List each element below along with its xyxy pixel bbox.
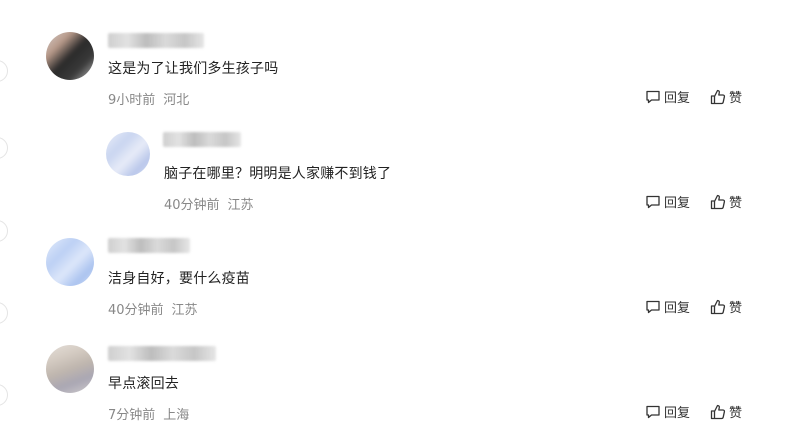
- like-button[interactable]: 赞: [710, 87, 742, 106]
- reply-button[interactable]: 回复: [645, 87, 690, 106]
- reply-button[interactable]: 回复: [645, 297, 690, 316]
- reply-label: 回复: [664, 196, 691, 211]
- reply-label: 回复: [664, 301, 691, 316]
- avatar[interactable]: [106, 132, 150, 176]
- comment-text: 这是为了让我们多生孩子吗: [108, 61, 279, 77]
- username-blurred[interactable]: [108, 33, 204, 48]
- reply-label: 回复: [664, 91, 691, 106]
- comment-item: 早点滚回去 7分钟前 上海 回复 赞: [0, 315, 790, 423]
- comment-item: 脑子在哪里？明明是人家赚不到钱了 40分钟前 江苏 回复 赞: [0, 105, 790, 213]
- like-label: 赞: [729, 91, 743, 106]
- like-button[interactable]: 赞: [710, 192, 742, 211]
- comment-icon: [645, 194, 661, 210]
- avatar[interactable]: [46, 32, 94, 80]
- comment-icon: [645, 89, 661, 105]
- like-label: 赞: [729, 406, 743, 421]
- comment-text: 脑子在哪里？明明是人家赚不到钱了: [164, 166, 392, 182]
- comment-time: 7分钟前: [108, 408, 156, 423]
- comment-location: 上海: [163, 408, 190, 423]
- thumbs-up-icon: [710, 404, 726, 420]
- username-blurred[interactable]: [108, 238, 190, 253]
- thumbs-up-icon: [710, 299, 726, 315]
- thumbs-up-icon: [710, 89, 726, 105]
- like-label: 赞: [729, 196, 743, 211]
- comment-text: 早点滚回去: [108, 376, 179, 392]
- comment-icon: [645, 404, 661, 420]
- comment-text: 洁身自好，要什么疫苗: [108, 271, 250, 287]
- like-button[interactable]: 赞: [710, 297, 742, 316]
- comment-icon: [645, 299, 661, 315]
- comment-item: 这是为了让我们多生孩子吗 9小时前 河北 回复 赞: [0, 0, 790, 108]
- reply-label: 回复: [664, 406, 691, 421]
- avatar[interactable]: [46, 238, 94, 286]
- avatar[interactable]: [46, 345, 94, 393]
- reply-button[interactable]: 回复: [645, 192, 690, 211]
- like-label: 赞: [729, 301, 743, 316]
- username-blurred[interactable]: [108, 346, 216, 361]
- thumbs-up-icon: [710, 194, 726, 210]
- username-blurred[interactable]: [163, 132, 241, 147]
- comment-meta: 7分钟前 上海: [108, 404, 189, 423]
- comment-item: 洁身自好，要什么疫苗 40分钟前 江苏 回复 赞: [0, 210, 790, 318]
- like-button[interactable]: 赞: [710, 402, 742, 421]
- reply-button[interactable]: 回复: [645, 402, 690, 421]
